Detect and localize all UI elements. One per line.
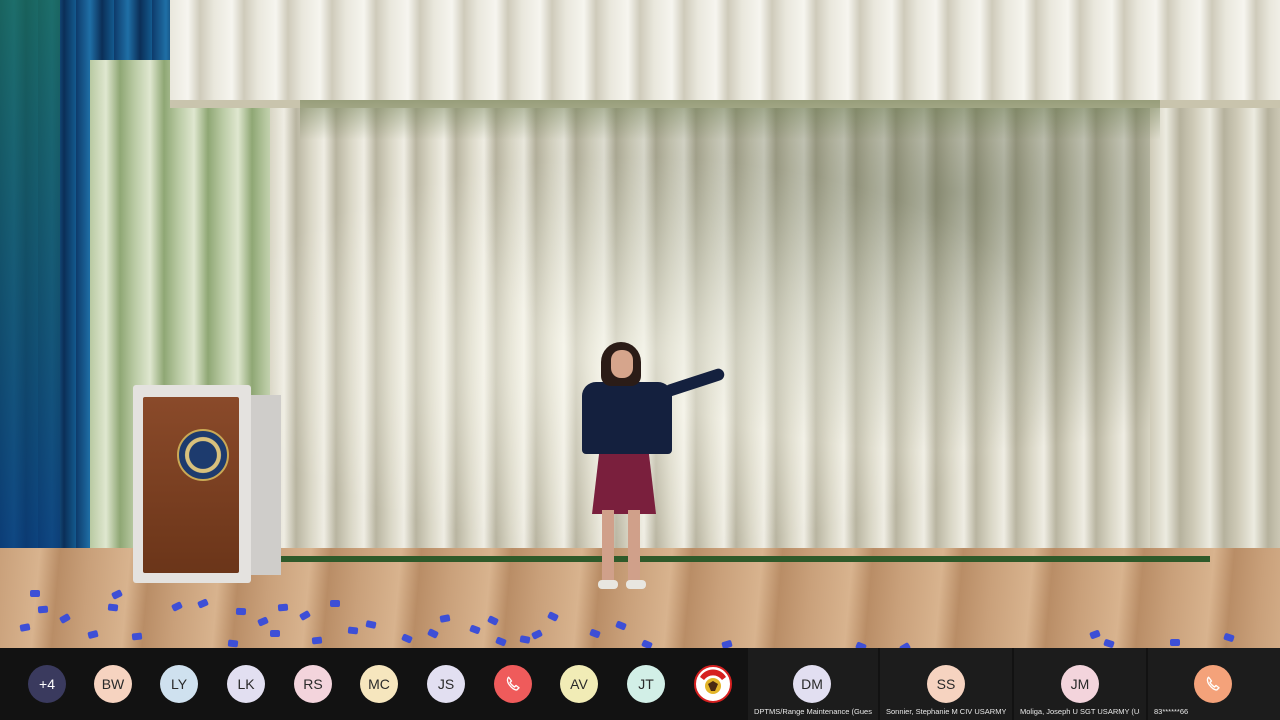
floor-edge [270, 556, 1210, 562]
participant-tile[interactable]: JM Moliga, Joseph U SGT USARMY (USA) [1014, 648, 1146, 720]
participant-name: 83******66 [1154, 707, 1189, 716]
confetti-piece [37, 605, 49, 614]
confetti-piece [270, 630, 280, 637]
overflow-count: +4 [39, 676, 55, 692]
avatar-initials: LK [237, 676, 255, 692]
participant-name: DPTMS/Range Maintenance (Guest) [754, 707, 872, 716]
participant-name: Sonnier, Stephanie M CIV USARMY... [886, 707, 1006, 716]
avatar-initials: JT [638, 676, 654, 692]
speaker-face [611, 350, 633, 378]
participant-avatar: DM [793, 665, 831, 703]
participant-tile[interactable]: DM DPTMS/Range Maintenance (Guest) [748, 648, 878, 720]
confetti-piece [235, 607, 247, 616]
avatar-initials: RS [303, 676, 323, 692]
participant-avatar[interactable]: RS [294, 665, 332, 703]
participant-avatar [1194, 665, 1232, 703]
podium-seal-icon [177, 429, 229, 481]
participant-avatar[interactable] [494, 665, 532, 703]
confetti-piece [131, 632, 143, 641]
podium-panel [143, 397, 239, 573]
speaker-jacket [582, 382, 672, 454]
participant-avatar[interactable]: JS [427, 665, 465, 703]
confetti-piece [330, 600, 340, 607]
mascot-logo-icon [697, 668, 729, 700]
avatar-initials: DM [801, 676, 823, 692]
avatar-initials: MC [368, 676, 390, 692]
confetti-piece [30, 590, 40, 597]
confetti-piece [107, 603, 119, 612]
avatar-initials: BW [101, 676, 125, 692]
speaker-leg [628, 510, 640, 582]
confetti-piece [311, 636, 323, 645]
avatar-initials: JM [1070, 676, 1090, 692]
confetti-piece [1170, 639, 1180, 646]
avatar-initials: SS [936, 676, 956, 692]
phone-icon [506, 676, 520, 691]
participant-avatar[interactable]: LY [160, 665, 198, 703]
participant-avatar[interactable]: MC [360, 665, 398, 703]
confetti-piece [347, 626, 359, 635]
confetti-piece [277, 603, 289, 612]
participants-bar: +4 BW LY LK RS MC JS AV JT DM DPTMS/Rang… [0, 648, 1280, 720]
participant-avatar: SS [927, 665, 965, 703]
participant-avatar[interactable]: LK [227, 665, 265, 703]
more-participants-button[interactable]: +4 [28, 665, 66, 703]
podium-front [133, 385, 251, 583]
avatar-initials: JS [437, 676, 455, 692]
participant-avatar[interactable]: AV [560, 665, 598, 703]
participant-avatar: JM [1061, 665, 1099, 703]
stage-valance [170, 0, 1280, 108]
participant-tile[interactable]: 83******66 [1148, 648, 1280, 720]
participant-avatar[interactable] [694, 665, 732, 703]
speaker-shoe [598, 580, 618, 589]
participant-avatar[interactable]: JT [627, 665, 665, 703]
confetti-piece [721, 639, 733, 648]
confetti-piece [227, 639, 239, 648]
avatar-initials: LY [170, 676, 188, 692]
participant-avatar[interactable]: BW [94, 665, 132, 703]
speaker-arm [663, 367, 726, 398]
phone-icon [1206, 676, 1220, 691]
speaker-shoe [626, 580, 646, 589]
participant-name: Moliga, Joseph U SGT USARMY (USA) [1020, 707, 1140, 716]
podium [133, 385, 281, 583]
curtain-edge [0, 0, 60, 548]
main-video-feed [0, 0, 1280, 648]
avatar-initials: AV [570, 676, 588, 692]
confetti-piece [519, 635, 531, 644]
valance-shadow [300, 100, 1160, 140]
speaker [570, 342, 730, 592]
participant-tile[interactable]: SS Sonnier, Stephanie M CIV USARMY... [880, 648, 1012, 720]
speaker-leg [602, 510, 614, 582]
right-stage-curtain [1150, 60, 1280, 580]
